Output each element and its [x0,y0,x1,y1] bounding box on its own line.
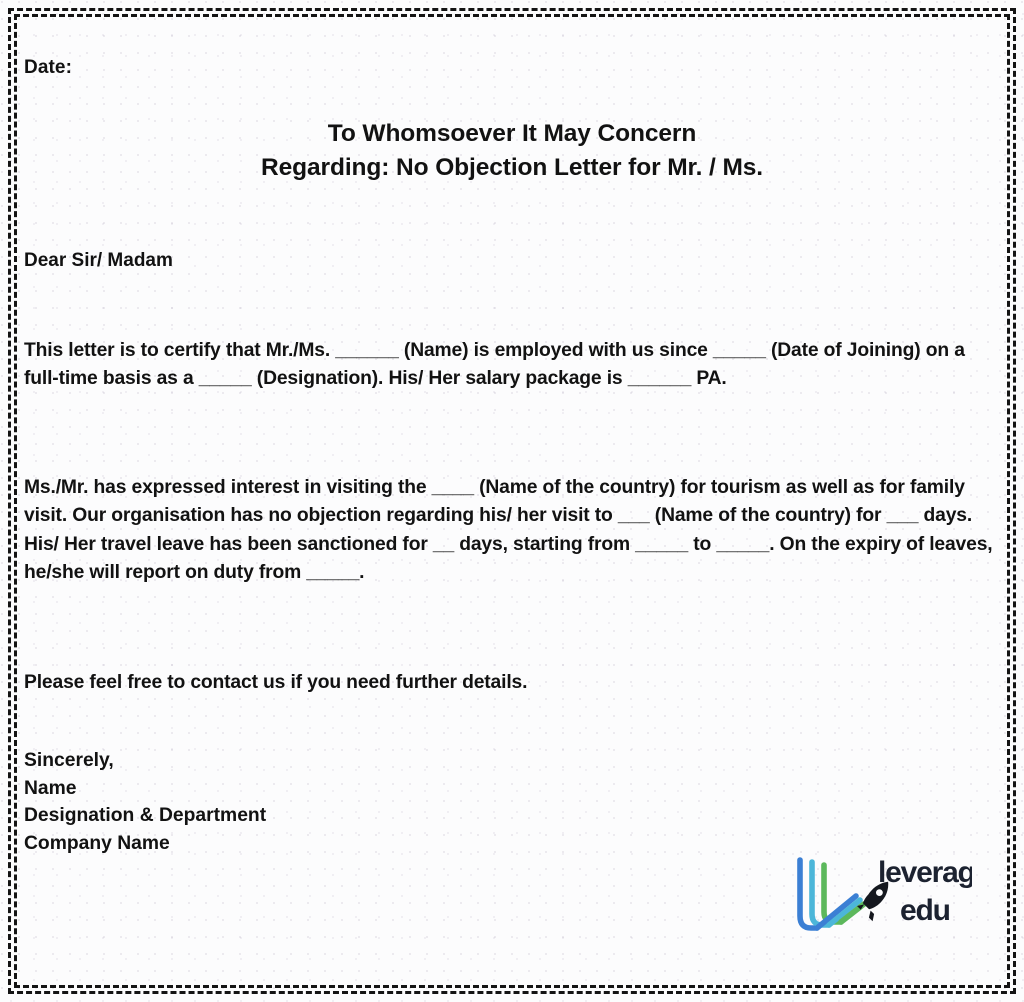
signature-line-3: Designation & Department [24,805,267,826]
letter-page: Date: To Whomsoever It May Concern Regar… [0,0,1024,1002]
body-paragraph-2: Ms./Mr. has expressed interest in visiti… [24,477,993,583]
logo-wordmark-top: leverage [878,856,972,889]
signature-line-2: Name [24,777,77,799]
title-line-2: Regarding: No Objection Letter for Mr. /… [261,154,763,181]
letter-title: To Whomsoever It May Concern Regarding: … [24,117,1000,185]
body-paragraph-1: This letter is to certify that Mr./Ms. _… [24,340,965,390]
body-paragraph-3: Please feel free to contact us if you ne… [24,672,528,693]
signature-block: Sincerely, Name Designation & Department… [24,747,266,857]
title-line-1: To Whomsoever It May Concern [327,120,697,147]
logo-wordmark-bottom: edu [900,894,950,927]
date-label: Date: [24,57,73,78]
signature-line-4: Company Name [24,832,170,854]
salutation: Dear Sir/ Madam [24,250,173,271]
leverage-edu-logo: leverage edu [794,852,972,944]
letter-content: Date: To Whomsoever It May Concern Regar… [24,24,1000,978]
signature-line-1: Sincerely, [24,750,114,771]
